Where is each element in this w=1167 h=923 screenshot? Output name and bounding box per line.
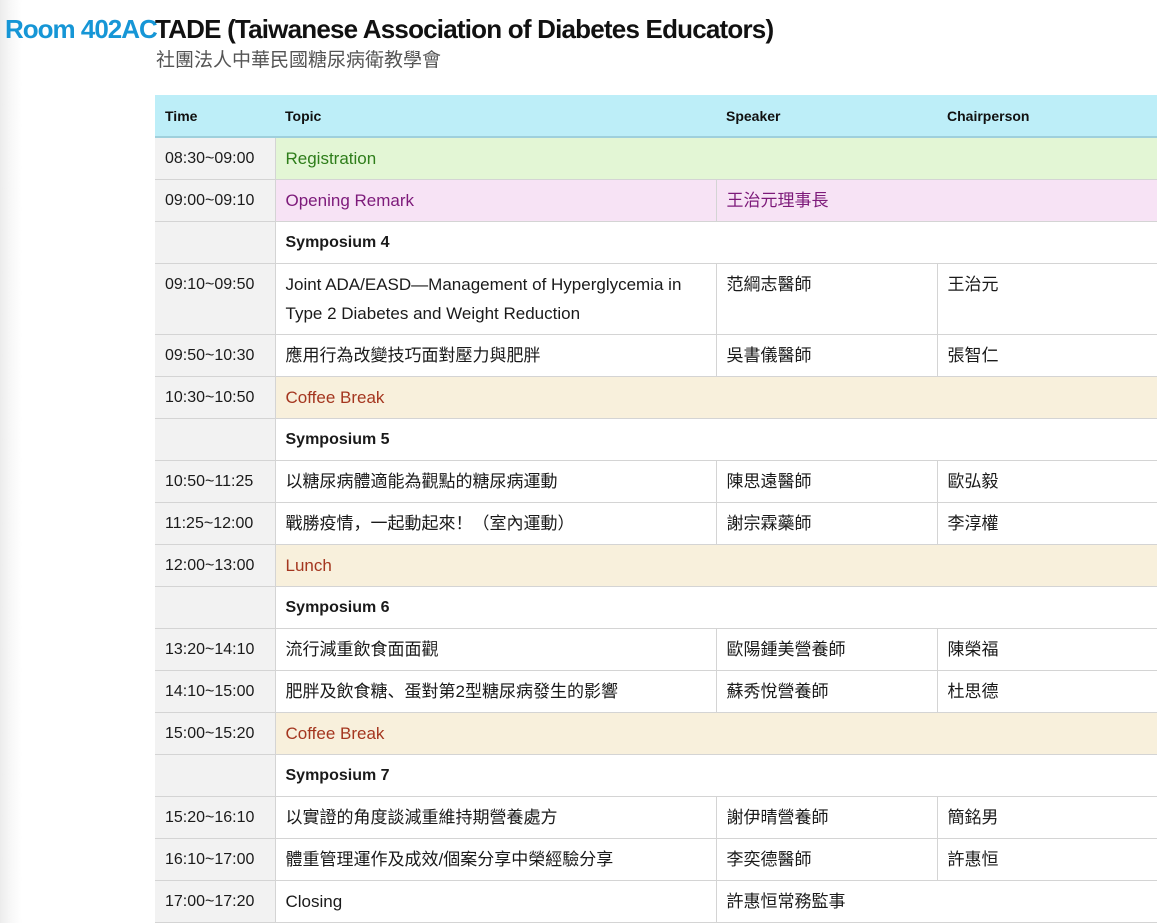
column-header-chairperson: Chairperson [937,95,1157,138]
topic-cell: 肥胖及飲食糖、蛋對第2型糖尿病發生的影響 [274,670,716,713]
chairperson-cell: 陳榮福 [936,628,1157,671]
topic-cell: 體重管理運作及成效/個案分享中榮經驗分享 [274,838,716,881]
schedule-table: Time Topic Speaker Chairperson 08:30~09:… [155,95,1157,923]
symposium-row: Symposium 7 [155,754,1157,797]
topic-cell: Coffee Break [274,376,1157,419]
speaker-cell: 謝宗霖藥師 [715,502,937,545]
page-title: TADE (Taiwanese Association of Diabetes … [155,14,774,44]
topic-cell: Opening Remark [274,179,716,222]
chairperson-cell: 杜思德 [936,670,1157,713]
time-cell: 10:30~10:50 [155,376,275,419]
time-cell: 14:10~15:00 [155,670,275,713]
time-cell: 17:00~17:20 [155,880,275,923]
time-cell: 15:00~15:20 [155,712,275,755]
symposium-label: Symposium 6 [274,586,1157,629]
schedule-row: 13:20~14:10 流行減重飲食面面觀 歐陽鍾美營養師 陳榮福 [155,628,1157,671]
speaker-cell: 歐陽鍾美營養師 [715,628,937,671]
time-cell [155,586,275,629]
speaker-cell: 蘇秀悅營養師 [715,670,937,713]
time-cell: 10:50~11:25 [155,460,275,503]
schedule-header: Time Topic Speaker Chairperson [155,95,1157,138]
chairperson-cell: 許惠恒 [936,838,1157,881]
time-cell: 12:00~13:00 [155,544,275,587]
topic-cell: Lunch [274,544,1157,587]
page-subtitle: 社團法人中華民國糖尿病衛教學會 [156,50,442,71]
chairperson-cell: 張智仁 [936,334,1157,377]
chairperson-cell: 王治元 [936,263,1157,335]
topic-cell: 以糖尿病體適能為觀點的糖尿病運動 [274,460,716,503]
schedule-body: 08:30~09:00 Registration 09:00~09:10 Openin… [155,137,1157,923]
speaker-cell: 陳思遠醫師 [715,460,937,503]
chairperson-cell: 李淳權 [936,502,1157,545]
time-cell: 13:20~14:10 [155,628,275,671]
time-cell: 09:00~09:10 [155,179,275,222]
time-cell: 16:10~17:00 [155,838,275,881]
schedule-row: 09:10~09:50 Joint ADA/EASD—Management of … [155,263,1157,335]
time-cell: 15:20~16:10 [155,796,275,839]
speaker-cell: 王治元理事長 [715,179,1157,222]
column-header-speaker: Speaker [716,95,937,138]
schedule-row: 09:00~09:10 Opening Remark 王治元理事長 [155,179,1157,222]
schedule-row: 10:50~11:25 以糖尿病體適能為觀點的糖尿病運動 陳思遠醫師 歐弘毅 [155,460,1157,503]
topic-cell: 戰勝疫情，一起動起來！（室內運動） [274,502,716,545]
symposium-row: Symposium 5 [155,418,1157,461]
speaker-cell: 范綱志醫師 [715,263,937,335]
symposium-label: Symposium 5 [274,418,1157,461]
schedule-row: 10:30~10:50 Coffee Break [155,376,1157,419]
topic-cell: Closing [274,880,716,923]
time-cell [155,418,275,461]
topic-cell: Joint ADA/EASD—Management of Hyperglycem… [274,263,716,335]
schedule-row: 11:25~12:00 戰勝疫情，一起動起來！（室內運動） 謝宗霖藥師 李淳權 [155,502,1157,545]
column-header-topic: Topic [275,95,716,138]
time-cell: 08:30~09:00 [155,137,275,180]
symposium-row: Symposium 6 [155,586,1157,629]
schedule-row: 16:10~17:00 體重管理運作及成效/個案分享中榮經驗分享 李奕德醫師 許惠恒 [155,838,1157,881]
topic-cell: 以實證的角度談減重維持期營養處方 [274,796,716,839]
speaker-cell: 李奕德醫師 [715,838,937,881]
speaker-cell: 許惠恒常務監事 [715,880,1157,923]
chairperson-cell: 歐弘毅 [936,460,1157,503]
schedule-row: 17:00~17:20 Closing 許惠恒常務監事 [155,880,1157,923]
time-cell [155,221,275,264]
schedule-row: 15:00~15:20 Coffee Break [155,712,1157,755]
column-header-time: Time [155,95,275,138]
topic-cell: 應用行為改變技巧面對壓力與肥胖 [274,334,716,377]
symposium-label: Symposium 4 [274,221,1157,264]
time-cell: 09:50~10:30 [155,334,275,377]
symposium-label: Symposium 7 [274,754,1157,797]
time-cell: 09:10~09:50 [155,263,275,335]
speaker-cell: 吳書儀醫師 [715,334,937,377]
topic-cell: Coffee Break [274,712,1157,755]
room-label: Room 402AC [5,14,158,44]
schedule-row: 15:20~16:10 以實證的角度談減重維持期營養處方 謝伊晴營養師 簡銘男 [155,796,1157,839]
schedule-row: 09:50~10:30 應用行為改變技巧面對壓力與肥胖 吳書儀醫師 張智仁 [155,334,1157,377]
topic-cell: Registration [274,137,1157,180]
time-cell: 11:25~12:00 [155,502,275,545]
symposium-row: Symposium 4 [155,221,1157,264]
schedule-row: 08:30~09:00 Registration [155,137,1157,180]
chairperson-cell: 簡銘男 [936,796,1157,839]
topic-cell: 流行減重飲食面面觀 [274,628,716,671]
schedule-row: 12:00~13:00 Lunch [155,544,1157,587]
schedule-row: 14:10~15:00 肥胖及飲食糖、蛋對第2型糖尿病發生的影響 蘇秀悅營養師 杜思德 [155,670,1157,713]
speaker-cell: 謝伊晴營養師 [715,796,937,839]
time-cell [155,754,275,797]
